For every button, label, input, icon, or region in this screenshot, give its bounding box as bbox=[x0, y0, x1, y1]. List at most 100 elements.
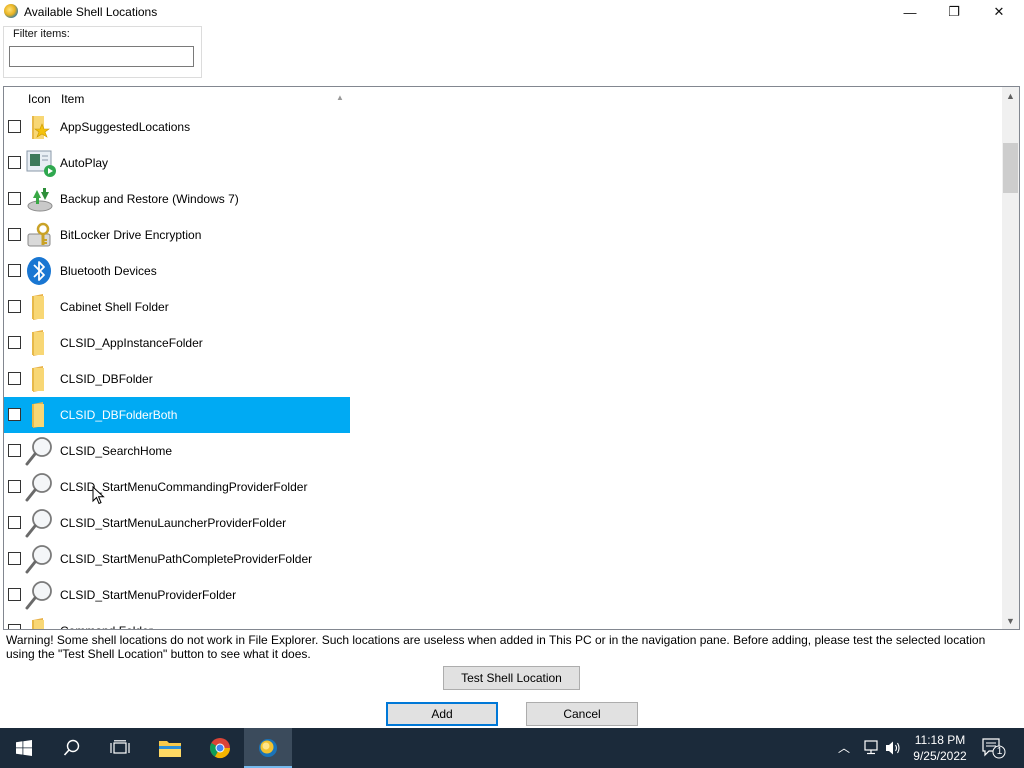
scrollbar-thumb[interactable] bbox=[1003, 143, 1018, 193]
list-item[interactable]: AutoPlay bbox=[4, 145, 1004, 181]
volume-icon[interactable] bbox=[885, 740, 901, 756]
title-bar: Available Shell Locations — ❐ ✕ bbox=[0, 0, 1024, 24]
filter-input[interactable] bbox=[9, 46, 194, 67]
scroll-up-icon[interactable]: ▲ bbox=[1002, 87, 1019, 104]
backup-restore-icon bbox=[24, 184, 56, 214]
bitlocker-key-icon bbox=[24, 220, 56, 250]
folder-icon bbox=[24, 292, 56, 322]
minimize-button[interactable]: — bbox=[887, 0, 933, 24]
column-header-icon[interactable]: Icon bbox=[28, 92, 51, 106]
sort-ascending-icon: ▲ bbox=[336, 93, 344, 102]
folder-icon bbox=[24, 616, 56, 629]
list-item[interactable]: Bluetooth Devices bbox=[4, 253, 1004, 289]
item-label: AppSuggestedLocations bbox=[60, 120, 191, 134]
close-button[interactable]: ✕ bbox=[976, 0, 1022, 24]
item-label: Backup and Restore (Windows 7) bbox=[60, 192, 239, 206]
close-icon: ✕ bbox=[993, 4, 1005, 19]
shell-locations-list[interactable]: Icon Item ▲ AppSuggestedLocations AutoPla… bbox=[3, 86, 1020, 630]
list-rows: AppSuggestedLocations AutoPlay Backup and … bbox=[4, 109, 1004, 629]
item-checkbox[interactable] bbox=[8, 156, 21, 169]
add-button[interactable]: Add bbox=[386, 702, 498, 726]
list-item[interactable]: CLSID_StartMenuProviderFolder bbox=[4, 577, 1004, 613]
list-item[interactable]: Backup and Restore (Windows 7) bbox=[4, 181, 1004, 217]
taskbar-file-explorer[interactable] bbox=[146, 728, 194, 768]
list-item[interactable]: CLSID_StartMenuCommandingProviderFolder bbox=[4, 469, 1004, 505]
start-button[interactable] bbox=[0, 728, 48, 768]
file-explorer-icon bbox=[159, 741, 181, 757]
chrome-icon bbox=[210, 738, 231, 759]
item-checkbox[interactable] bbox=[8, 516, 21, 529]
item-checkbox[interactable] bbox=[8, 228, 21, 241]
autoplay-icon bbox=[24, 148, 56, 178]
list-item[interactable]: AppSuggestedLocations bbox=[4, 109, 1004, 145]
search-button[interactable] bbox=[48, 728, 96, 768]
item-checkbox[interactable] bbox=[8, 408, 21, 421]
minimize-icon: — bbox=[903, 4, 917, 20]
cancel-button[interactable]: Cancel bbox=[526, 702, 638, 726]
item-label: Command Folder bbox=[60, 624, 153, 629]
list-item[interactable]: Command Folder bbox=[4, 613, 1004, 629]
clock-date: 9/25/2022 bbox=[913, 749, 967, 763]
item-checkbox[interactable] bbox=[8, 624, 21, 629]
test-shell-location-button[interactable]: Test Shell Location bbox=[443, 666, 580, 690]
taskbar-clock[interactable]: 11:18 PM 9/25/2022 bbox=[904, 732, 976, 764]
item-label: CLSID_SearchHome bbox=[60, 444, 173, 458]
window-title: Available Shell Locations bbox=[24, 5, 158, 19]
list-item[interactable]: Cabinet Shell Folder bbox=[4, 289, 1004, 325]
list-item[interactable]: CLSID_StartMenuPathCompleteProviderFolde… bbox=[4, 541, 1004, 577]
item-checkbox[interactable] bbox=[8, 336, 21, 349]
folder-icon bbox=[24, 364, 56, 394]
item-label: CLSID_DBFolderBoth bbox=[60, 408, 178, 422]
column-header-item[interactable]: Item bbox=[61, 92, 84, 106]
filter-group: Filter items: bbox=[3, 26, 202, 78]
filter-label: Filter items: bbox=[12, 28, 71, 40]
network-icon[interactable] bbox=[862, 740, 880, 756]
magnifier-icon bbox=[24, 436, 56, 466]
vertical-scrollbar[interactable]: ▲ ▼ bbox=[1002, 87, 1019, 629]
item-label: Cabinet Shell Folder bbox=[60, 300, 169, 314]
taskbar-chrome[interactable] bbox=[196, 728, 244, 768]
list-header: Icon Item ▲ bbox=[4, 87, 1004, 109]
folder-icon bbox=[24, 400, 56, 430]
item-checkbox[interactable] bbox=[8, 120, 21, 133]
item-checkbox[interactable] bbox=[8, 588, 21, 601]
magnifier-icon bbox=[24, 580, 56, 610]
item-checkbox[interactable] bbox=[8, 300, 21, 313]
list-item[interactable]: BitLocker Drive Encryption bbox=[4, 217, 1004, 253]
bluetooth-icon bbox=[24, 256, 56, 286]
folder-icon bbox=[24, 328, 56, 358]
star-folder-icon bbox=[24, 112, 56, 142]
task-view-button[interactable] bbox=[96, 728, 144, 768]
item-label: CLSID_StartMenuPathCompleteProviderFolde… bbox=[60, 552, 313, 566]
item-label: CLSID_StartMenuProviderFolder bbox=[60, 588, 237, 602]
restore-icon: ❐ bbox=[948, 4, 960, 19]
maximize-button[interactable]: ❐ bbox=[931, 0, 977, 24]
item-checkbox[interactable] bbox=[8, 264, 21, 277]
item-checkbox[interactable] bbox=[8, 480, 21, 493]
magnifier-icon bbox=[24, 472, 56, 502]
mouse-cursor-icon bbox=[92, 486, 105, 505]
tray-overflow-chevron-icon[interactable]: ︿ bbox=[838, 739, 850, 756]
item-label: CLSID_DBFolder bbox=[60, 372, 153, 386]
list-item[interactable]: CLSID_DBFolderBoth bbox=[4, 397, 1004, 433]
item-label: BitLocker Drive Encryption bbox=[60, 228, 202, 242]
list-item[interactable]: CLSID_AppInstanceFolder bbox=[4, 325, 1004, 361]
windows-logo-icon bbox=[16, 740, 32, 756]
warning-text: Warning! Some shell locations do not wor… bbox=[6, 633, 986, 661]
task-view-icon bbox=[110, 740, 130, 754]
item-checkbox[interactable] bbox=[8, 444, 21, 457]
item-checkbox[interactable] bbox=[8, 552, 21, 565]
item-checkbox[interactable] bbox=[8, 372, 21, 385]
scroll-down-icon[interactable]: ▼ bbox=[1002, 612, 1019, 629]
magnifier-icon bbox=[24, 544, 56, 574]
action-center-button[interactable]: 1 bbox=[980, 737, 1006, 759]
taskbar-winaero-tweaker[interactable] bbox=[244, 728, 292, 768]
magnifier-icon bbox=[24, 508, 56, 538]
item-checkbox[interactable] bbox=[8, 192, 21, 205]
list-item[interactable]: CLSID_DBFolder bbox=[4, 361, 1004, 397]
clock-time: 11:18 PM bbox=[914, 733, 966, 747]
list-item[interactable]: CLSID_StartMenuLauncherProviderFolder bbox=[4, 505, 1004, 541]
app-icon bbox=[4, 4, 18, 18]
notification-count: 1 bbox=[996, 746, 1003, 757]
list-item[interactable]: CLSID_SearchHome bbox=[4, 433, 1004, 469]
